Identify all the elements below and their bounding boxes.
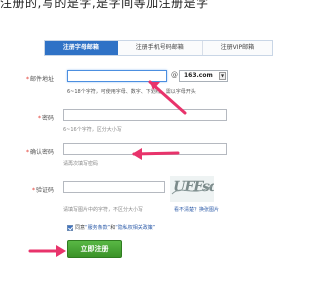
tab-mobile-email[interactable]: 注册手机号码邮箱 [118, 41, 203, 55]
agreement-row: 同意“服务条款”和“隐私权相关政策” [67, 224, 155, 231]
required-mark: * [25, 149, 29, 156]
privacy-link[interactable]: “隐私权相关政策” [115, 225, 155, 231]
captcha-label: *验证码 [14, 185, 54, 194]
captcha-hint: 请填写图片中的字符，不区分大小写 [63, 207, 144, 213]
email-field[interactable] [67, 70, 167, 82]
register-button[interactable]: 立即注册 [67, 240, 122, 258]
refresh-prefix: 看不清楚？ [174, 207, 200, 213]
password-hint: 6~16个字符，区分大小写 [63, 127, 122, 133]
confirm-password-label: *确认密码 [14, 147, 54, 156]
arrowhead-register [56, 245, 66, 257]
refresh-text[interactable]: 换张图片 [199, 207, 219, 213]
page-header-text: 注册的,写的是字,是字间等加注册是字 [0, 0, 209, 10]
domain-select[interactable]: 163.com ▼ [179, 70, 228, 82]
email-hint: 6~18个字符，可使用字母、数字、下划线，需以字母开头 [67, 89, 196, 95]
domain-value: 163.com [184, 72, 213, 79]
password-field[interactable] [63, 109, 227, 121]
captcha-label-text: 验证码 [35, 187, 54, 194]
password-label-text: 密码 [41, 115, 54, 122]
required-mark: * [37, 115, 41, 122]
confirm-password-label-text: 确认密码 [29, 149, 54, 156]
tab-vip-email[interactable]: 注册VIP邮箱 [203, 41, 272, 55]
email-label-text: 邮件地址 [29, 76, 54, 83]
required-mark: * [31, 187, 35, 194]
chevron-down-icon[interactable]: ▼ [219, 72, 226, 80]
email-label: *邮件地址 [14, 74, 54, 83]
at-sign: @ [171, 71, 178, 79]
captcha-noise [171, 185, 213, 195]
refresh-captcha-link[interactable]: 看不清楚？换张图片 [174, 206, 219, 213]
agree-prefix: 同意 [75, 225, 86, 231]
confirm-password-hint: 请再次填写密码 [63, 161, 99, 167]
captcha-field[interactable] [63, 181, 165, 193]
confirm-password-field[interactable] [63, 143, 227, 155]
required-mark: * [25, 76, 29, 83]
captcha-image[interactable]: UFFsde [170, 176, 214, 202]
registration-tabs: 注册字母邮箱 注册手机号码邮箱 注册VIP邮箱 [44, 40, 273, 56]
terms-link[interactable]: “服务条款” [85, 225, 110, 231]
tab-letter-email[interactable]: 注册字母邮箱 [45, 41, 118, 55]
agree-checkbox[interactable] [67, 224, 73, 231]
password-label: *密码 [14, 113, 54, 122]
